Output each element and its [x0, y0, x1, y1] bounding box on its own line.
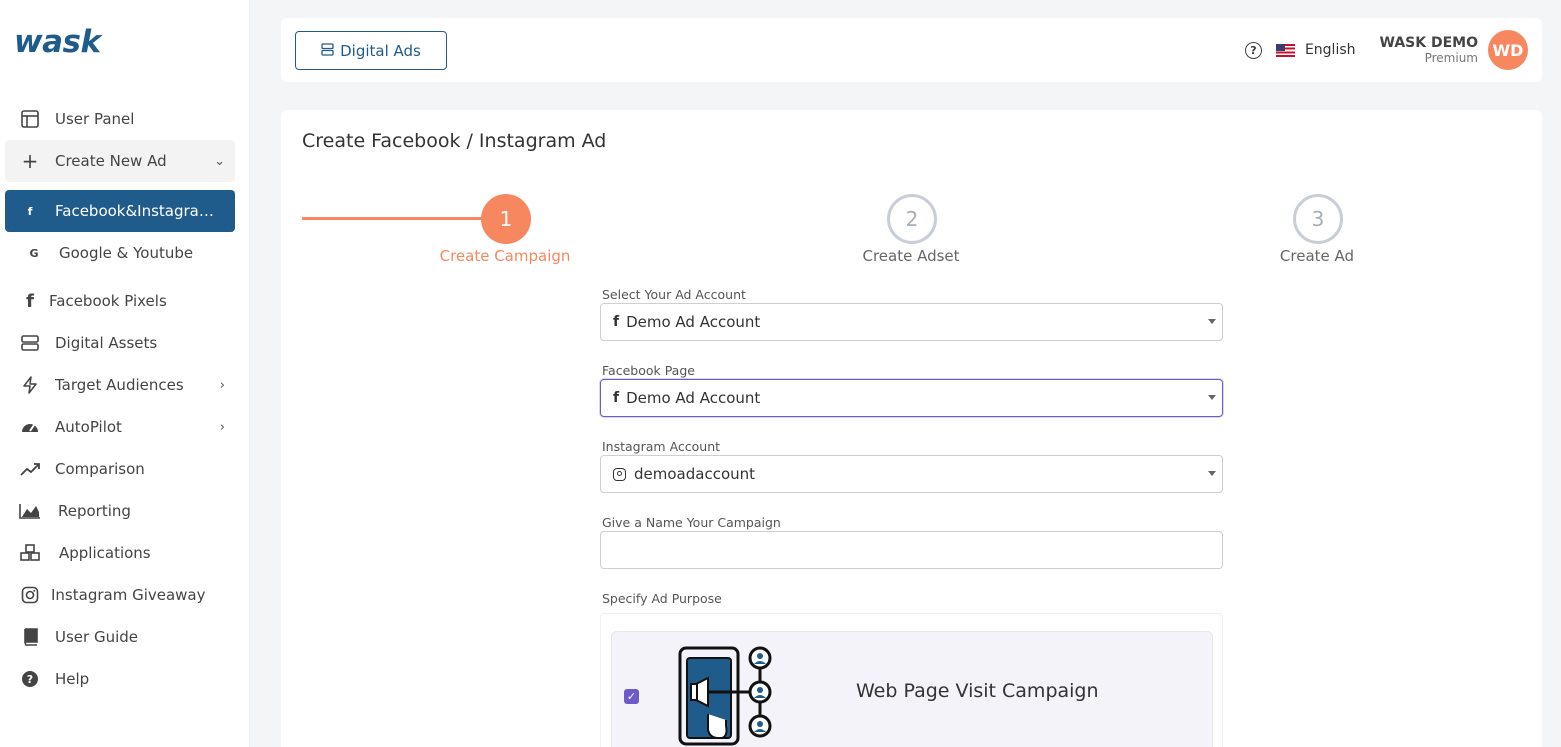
- campaign-name-label: Give a Name Your Campaign: [602, 515, 781, 530]
- gauge-icon: [19, 416, 41, 438]
- sidebar-item-target-audiences[interactable]: Target Audiences ›: [5, 364, 235, 406]
- sidebar-item-label: Applications: [59, 544, 151, 562]
- facebook-icon: f: [27, 204, 33, 218]
- facebook-page-label: Facebook Page: [602, 363, 695, 378]
- sidebar-item-google-youtube[interactable]: G Google & Youtube: [5, 232, 235, 274]
- user-info[interactable]: WASK DEMO Premium: [1380, 35, 1478, 65]
- sidebar-item-label: User Guide: [55, 628, 139, 646]
- chevron-right-icon: ›: [219, 377, 225, 393]
- top-right-controls: ? English WASK DEMO Premium WD: [1244, 30, 1528, 70]
- facebook-icon: f: [26, 290, 34, 312]
- sidebar-item-label: Digital Assets: [55, 334, 158, 352]
- cubes-icon: [19, 542, 41, 564]
- server-icon: [321, 42, 334, 60]
- sidebar-item-label: User Panel: [55, 110, 135, 128]
- language-selector[interactable]: English: [1305, 42, 1356, 58]
- campaign-name-input[interactable]: [600, 531, 1223, 569]
- ad-purpose-list: ✓ Web Page Visit Campaign: [600, 613, 1223, 747]
- caret-down-icon: [1208, 319, 1216, 324]
- instagram-account-select[interactable]: demoadaccount: [600, 455, 1223, 493]
- step-3-circle: 3: [1293, 194, 1343, 244]
- instagram-icon: [19, 584, 41, 606]
- sidebar-item-user-guide[interactable]: User Guide: [5, 616, 235, 658]
- sidebar-item-instagram-giveaway[interactable]: Instagram Giveaway: [5, 574, 235, 616]
- caret-down-icon: [1208, 395, 1216, 400]
- area-chart-icon: [19, 500, 41, 522]
- trending-up-icon: [19, 458, 41, 480]
- page-title: Create Facebook / Instagram Ad: [302, 130, 607, 152]
- sidebar: wask User Panel + Create New Ad ⌄ f Face…: [0, 0, 250, 747]
- plus-icon: +: [21, 149, 39, 173]
- purpose-checkbox[interactable]: ✓: [624, 689, 639, 704]
- sidebar-item-label: Facebook&Instagram Ads: [55, 202, 225, 220]
- sidebar-item-digital-assets[interactable]: Digital Assets: [5, 322, 235, 364]
- step-2-circle: 2: [887, 194, 937, 244]
- instagram-account-label: Instagram Account: [602, 439, 721, 454]
- sidebar-item-comparison[interactable]: Comparison: [5, 448, 235, 490]
- google-icon: G: [29, 246, 39, 260]
- sidebar-item-autopilot[interactable]: AutoPilot ›: [5, 406, 235, 448]
- book-icon: [19, 626, 41, 648]
- sidebar-item-label: AutoPilot: [55, 418, 122, 436]
- question-circle-icon: ?: [19, 668, 41, 690]
- layout-icon: [19, 108, 41, 130]
- phone-megaphone-icon: [678, 646, 772, 746]
- sidebar-item-reporting[interactable]: Reporting: [5, 490, 235, 532]
- progress-line: [302, 217, 502, 220]
- us-flag-icon[interactable]: [1275, 43, 1295, 57]
- instagram-icon: [613, 467, 626, 481]
- user-plan: Premium: [1424, 51, 1478, 65]
- ad-account-label: Select Your Ad Account: [602, 287, 746, 302]
- server-icon: [19, 332, 41, 354]
- digital-ads-button[interactable]: Digital Ads: [295, 31, 447, 70]
- sidebar-item-label: Help: [55, 670, 90, 688]
- digital-ads-label: Digital Ads: [340, 41, 421, 60]
- purpose-option-title: Web Page Visit Campaign: [856, 680, 1099, 702]
- create-ad-card: Create Facebook / Instagram Ad 1 Create …: [281, 110, 1542, 747]
- sidebar-item-facebook-pixels[interactable]: f Facebook Pixels: [5, 280, 235, 322]
- svg-text:?: ?: [27, 673, 33, 686]
- facebook-icon: f: [613, 314, 620, 330]
- step-1-circle: 1: [481, 194, 531, 244]
- ad-account-select[interactable]: f Demo Ad Account: [600, 303, 1223, 341]
- facebook-page-value: Demo Ad Account: [626, 389, 761, 407]
- avatar[interactable]: WD: [1488, 30, 1528, 70]
- sidebar-item-user-panel[interactable]: User Panel: [5, 98, 235, 140]
- user-name: WASK DEMO: [1379, 35, 1478, 51]
- caret-down-icon: [1208, 471, 1216, 476]
- sidebar-item-label: Comparison: [55, 460, 145, 478]
- step-1-label: Create Campaign: [439, 247, 571, 265]
- ad-purpose-label: Specify Ad Purpose: [602, 591, 722, 606]
- sidebar-item-label: Instagram Giveaway: [51, 586, 206, 604]
- sidebar-item-label: Facebook Pixels: [49, 292, 167, 310]
- sidebar-item-applications[interactable]: Applications: [5, 532, 235, 574]
- sidebar-item-create-new-ad[interactable]: + Create New Ad ⌄: [5, 140, 235, 182]
- sidebar-item-help[interactable]: ? Help: [5, 658, 235, 700]
- sidebar-item-label: Create New Ad: [55, 152, 167, 170]
- sidebar-item-label: Reporting: [58, 502, 131, 520]
- step-3-label: Create Ad: [1279, 247, 1355, 265]
- sidebar-item-label: Target Audiences: [55, 376, 184, 394]
- chevron-down-icon: ⌄: [214, 153, 225, 169]
- chevron-right-icon: ›: [219, 419, 225, 435]
- facebook-page-select[interactable]: f Demo Ad Account: [600, 379, 1223, 417]
- help-icon[interactable]: ?: [1244, 41, 1262, 59]
- facebook-icon: f: [613, 390, 620, 406]
- instagram-account-value: demoadaccount: [634, 465, 756, 483]
- wask-logo[interactable]: wask: [14, 24, 101, 60]
- ad-account-value: Demo Ad Account: [626, 313, 761, 331]
- top-bar: Digital Ads ? English WASK DEMO Premium …: [281, 18, 1542, 82]
- sidebar-item-label: Google & Youtube: [59, 244, 194, 262]
- purpose-option-web-visit[interactable]: ✓ Web Page Visit Campaign: [611, 631, 1213, 747]
- sidebar-item-facebook-instagram[interactable]: f Facebook&Instagram Ads: [5, 190, 235, 232]
- step-2-label: Create Adset: [862, 247, 960, 265]
- lightning-icon: [19, 374, 41, 396]
